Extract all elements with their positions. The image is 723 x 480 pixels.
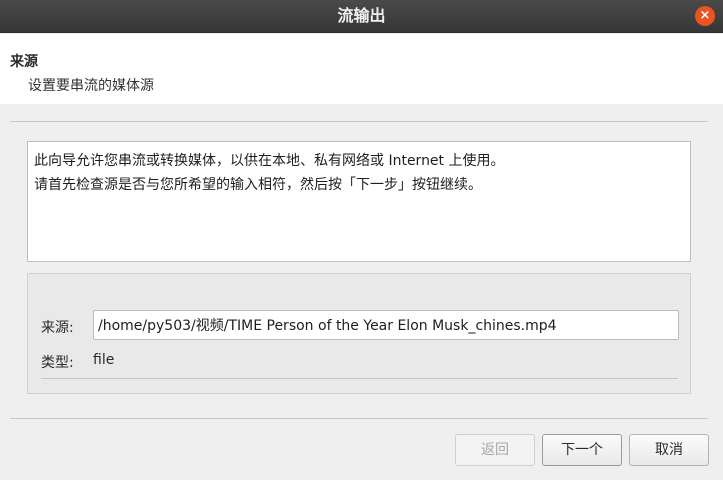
header-divider [10,121,708,122]
description-line-1: 此向导允许您串流或转换媒体，以供在本地、私有网络或 Internet 上使用。 [34,153,505,169]
wizard-header: 来源 设置要串流的媒体源 [0,34,723,104]
cancel-button[interactable]: 取消 [629,434,709,466]
description-box: 此向导允许您串流或转换媒体，以供在本地、私有网络或 Internet 上使用。 … [27,141,691,262]
window-titlebar: 流输出 × [0,0,723,33]
panel-divider [41,378,678,379]
back-button[interactable]: 返回 [455,434,535,466]
source-label: 来源: [41,320,74,336]
source-input[interactable] [93,310,679,340]
page-title: 来源 [10,54,38,70]
type-label: 类型: [41,355,74,371]
window-title: 流输出 [337,6,386,25]
source-panel: 来源: 类型: file [27,273,691,394]
close-icon[interactable]: × [695,6,715,26]
description-line-2: 请首先检查源是否与您所希望的输入相符，然后按「下一步」按钮继续。 [34,177,482,193]
footer-divider [10,418,708,419]
page-subtitle: 设置要串流的媒体源 [28,78,154,94]
type-value: file [93,352,115,368]
next-button[interactable]: 下一个 [542,434,622,466]
